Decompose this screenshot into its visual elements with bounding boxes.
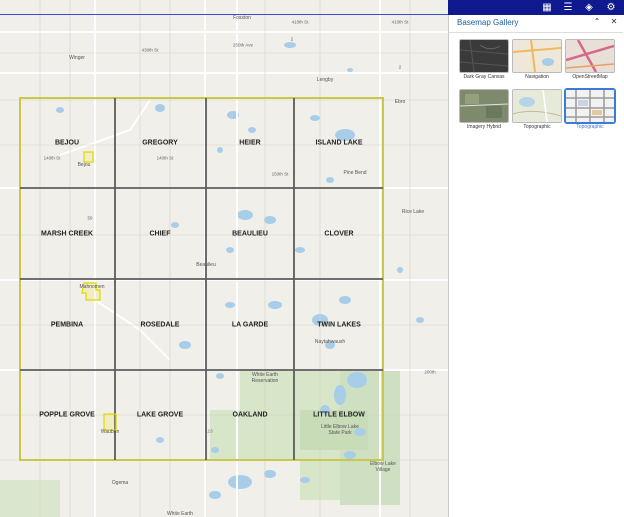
tools-icon[interactable]: ⚙ [604,1,618,14]
basemap-thumbnail [459,39,509,73]
township-label: HEIER [239,139,261,147]
basemap-label: Dark Gray Canvas [463,74,505,80]
place-label-ebro: Ebro [394,99,406,105]
basemap-label: Navigation [525,74,549,80]
township-label: LAKE GROVE [136,411,184,419]
basemap-label: OpenStreetMap [572,74,608,80]
basemap-openstreetmap[interactable]: OpenStreetMap [565,39,615,80]
township-label: OAKLAND [232,411,268,419]
place-label-white-earth: White Earth [166,511,194,517]
basemap-thumbnail [565,89,615,123]
place-label-fosston: Fosston [233,15,251,21]
township-label: BEJOU [54,139,80,147]
basemap-gallery-icon[interactable]: ▦ [540,1,554,14]
basemap-gallery-panel: Basemap Gallery ⌃ ✕ Dark Gray Canvas Nav… [448,15,623,517]
road-label: 250th Ave [233,42,253,48]
basemap-thumbnail [459,89,509,123]
basemap-topographic-selected[interactable]: Topographic [565,89,615,130]
place-label-elbow-lake: Elbow Lake Village [370,461,396,473]
road-label: 150th St [271,171,289,177]
collapse-panel-button[interactable]: ⌃ [592,17,602,26]
township-label: LITTLE ELBOW [313,411,365,419]
place-label-naytahwaush: Naytahwaush [314,339,346,345]
place-label-beaulieu: Beaulieu [196,262,216,268]
township-label: PEMBINA [50,321,84,329]
forest-area [0,480,60,517]
basemap-label: Imagery Hybrid [467,124,501,130]
township-label: TWIN LAKES [317,321,361,329]
place-label-winger: Winger [69,55,85,61]
basemap-thumbnail [512,89,562,123]
township-label: GREGORY [142,139,178,147]
basemap-thumbnail [565,39,615,73]
township-label: POPPLE GROVE [39,411,95,419]
layers-icon[interactable]: ◈ [582,1,596,14]
township-label: CLOVER [324,230,354,238]
road-shield: 2 [290,36,294,42]
map-view[interactable]: BEJOU GREGORY HEIER ISLAND LAKE MARSH CREEK C… [0,0,448,517]
place-label-ogema: Ogema [111,480,129,486]
road-label: 140th St [156,155,174,161]
place-label-pine-bend: Pine Bend [343,170,367,176]
place-label-rice-lake: Rice Lake [401,209,425,215]
township-label: LA GARDE [231,321,269,329]
township-label: BEAULIEU [232,230,268,238]
legend-icon[interactable]: ☰ [561,1,575,14]
township-label: ISLAND LAKE [315,139,363,147]
road-shield: 2 [398,64,402,70]
place-label-white-earth-reservation: White Earth Reservation [251,372,279,384]
road-shield: 59 [87,215,93,221]
basemap-topographic[interactable]: Topographic [512,89,562,130]
basemap-label: Topographic [523,124,551,130]
place-label-bejou: Bejou [77,162,91,168]
township-label: CHIEF [149,230,171,238]
close-panel-button[interactable]: ✕ [609,17,619,26]
township-label: ROSEDALE [140,321,180,329]
road-label: 430th St [141,47,159,53]
panel-header: Basemap Gallery ⌃ ✕ [449,15,623,33]
map-top-border [0,14,448,15]
panel-title: Basemap Gallery [457,18,519,27]
basemap-dark-gray-canvas[interactable]: Dark Gray Canvas [459,39,509,80]
place-label-mahnomen: Mahnomen [79,284,105,290]
basemap-label: Topographic [576,124,604,130]
township-label: MARSH CREEK [40,230,94,238]
place-label-little-elbow-park: Little Elbow Lake State Park [321,424,359,436]
road-label: 200th [424,369,436,375]
basemap-navigation[interactable]: Navigation [512,39,562,80]
place-label-waubun: Waubun [100,429,120,435]
basemap-thumbnail [512,39,562,73]
map-canvas [0,0,448,517]
map-toolbar: ▦ ☰ ◈ ⚙ [448,0,624,15]
place-label-lengby: Lengby [316,77,334,83]
road-label: 140th St [43,155,61,161]
road-label: 410th St [291,19,309,25]
basemap-imagery-hybrid[interactable]: Imagery Hybrid [459,89,509,130]
road-label: 410th St [391,19,409,25]
road-shield: 113 [205,428,213,434]
